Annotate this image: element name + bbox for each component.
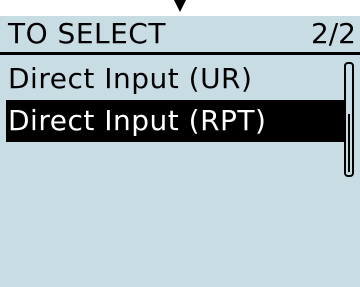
- menu-item-label: Direct Input (RPT): [8, 104, 267, 137]
- menu-title: TO SELECT: [8, 17, 166, 50]
- menu-item-direct-input-rpt[interactable]: Direct Input (RPT): [6, 100, 344, 142]
- menu-item-label: Direct Input (UR): [8, 62, 253, 95]
- lcd-display: TO SELECT 2/2 Direct Input (UR) Direct I…: [0, 16, 360, 287]
- page-indicator: 2/2: [310, 17, 356, 50]
- menu-item-direct-input-ur[interactable]: Direct Input (UR): [6, 58, 334, 100]
- down-arrow-pointer-icon: [174, 0, 186, 12]
- header-divider: [0, 52, 360, 55]
- radio-lcd-screen: TO SELECT 2/2 Direct Input (UR) Direct I…: [0, 0, 360, 287]
- scrollbar-thumb[interactable]: [348, 114, 350, 172]
- scrollbar[interactable]: [344, 62, 354, 177]
- menu-header: TO SELECT 2/2: [0, 16, 360, 56]
